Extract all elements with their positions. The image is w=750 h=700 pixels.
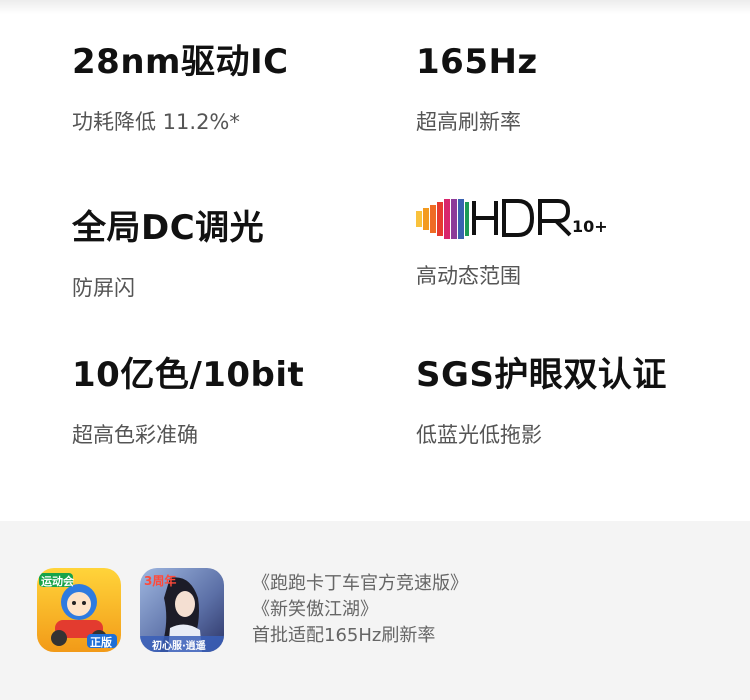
feature-subtitle: 超高色彩准确 bbox=[72, 423, 198, 447]
feature-hdr: 10+ 高动态范围 bbox=[416, 196, 736, 290]
game-compatibility-section: 运动会 正版 3周年 初心服·逍遥 《跑跑卡丁车官方竞速版》 《新笑傲江湖》 首… bbox=[0, 521, 750, 700]
icon-badge-top: 运动会 bbox=[41, 575, 74, 588]
svg-text:10+: 10+ bbox=[572, 217, 608, 236]
feature-subtitle: 低蓝光低拖影 bbox=[416, 423, 542, 447]
feature-subtitle: 高动态范围 bbox=[416, 264, 521, 288]
feature-title: 10亿色/10bit bbox=[72, 355, 305, 395]
kartrider-game-icon[interactable]: 运动会 正版 bbox=[37, 568, 121, 652]
feature-subtitle: 防屏闪 bbox=[72, 276, 135, 300]
hdr10-plus-logo: 10+ bbox=[416, 196, 736, 240]
compatibility-note: 首批适配165Hz刷新率 bbox=[252, 625, 436, 646]
feature-title: SGS护眼双认证 bbox=[416, 355, 667, 395]
feature-title: 165Hz bbox=[416, 42, 538, 82]
feature-dc-dimming: 全局DC调光 防屏闪 bbox=[72, 206, 392, 302]
feature-color-depth: 10亿色/10bit 超高色彩准确 bbox=[72, 353, 392, 449]
icon-badge-top: 3周年 bbox=[144, 574, 177, 588]
feature-driver-ic: 28nm驱动IC 功耗降低 11.2%* bbox=[72, 40, 392, 136]
xiaoao-jianghu-game-icon[interactable]: 3周年 初心服·逍遥 bbox=[140, 568, 224, 652]
feature-sgs-certification: SGS护眼双认证 低蓝光低拖影 bbox=[416, 353, 736, 449]
game-title-kartrider: 《跑跑卡丁车官方竞速版》 bbox=[252, 573, 468, 594]
game-compatibility-text: 《跑跑卡丁车官方竞速版》 《新笑傲江湖》 首批适配165Hz刷新率 bbox=[252, 571, 468, 649]
feature-title: 28nm驱动IC bbox=[72, 42, 289, 82]
feature-subtitle: 功耗降低 11.2%* bbox=[72, 110, 240, 134]
game-title-xiaoao: 《新笑傲江湖》 bbox=[252, 599, 378, 620]
icon-badge-bottom: 正版 bbox=[90, 636, 112, 649]
top-shadow bbox=[0, 0, 750, 14]
feature-title: 全局DC调光 bbox=[72, 208, 265, 248]
feature-subtitle: 超高刷新率 bbox=[416, 110, 521, 134]
feature-refresh-rate: 165Hz 超高刷新率 bbox=[416, 40, 736, 136]
icon-badge-bottom: 初心服·逍遥 bbox=[152, 641, 206, 652]
